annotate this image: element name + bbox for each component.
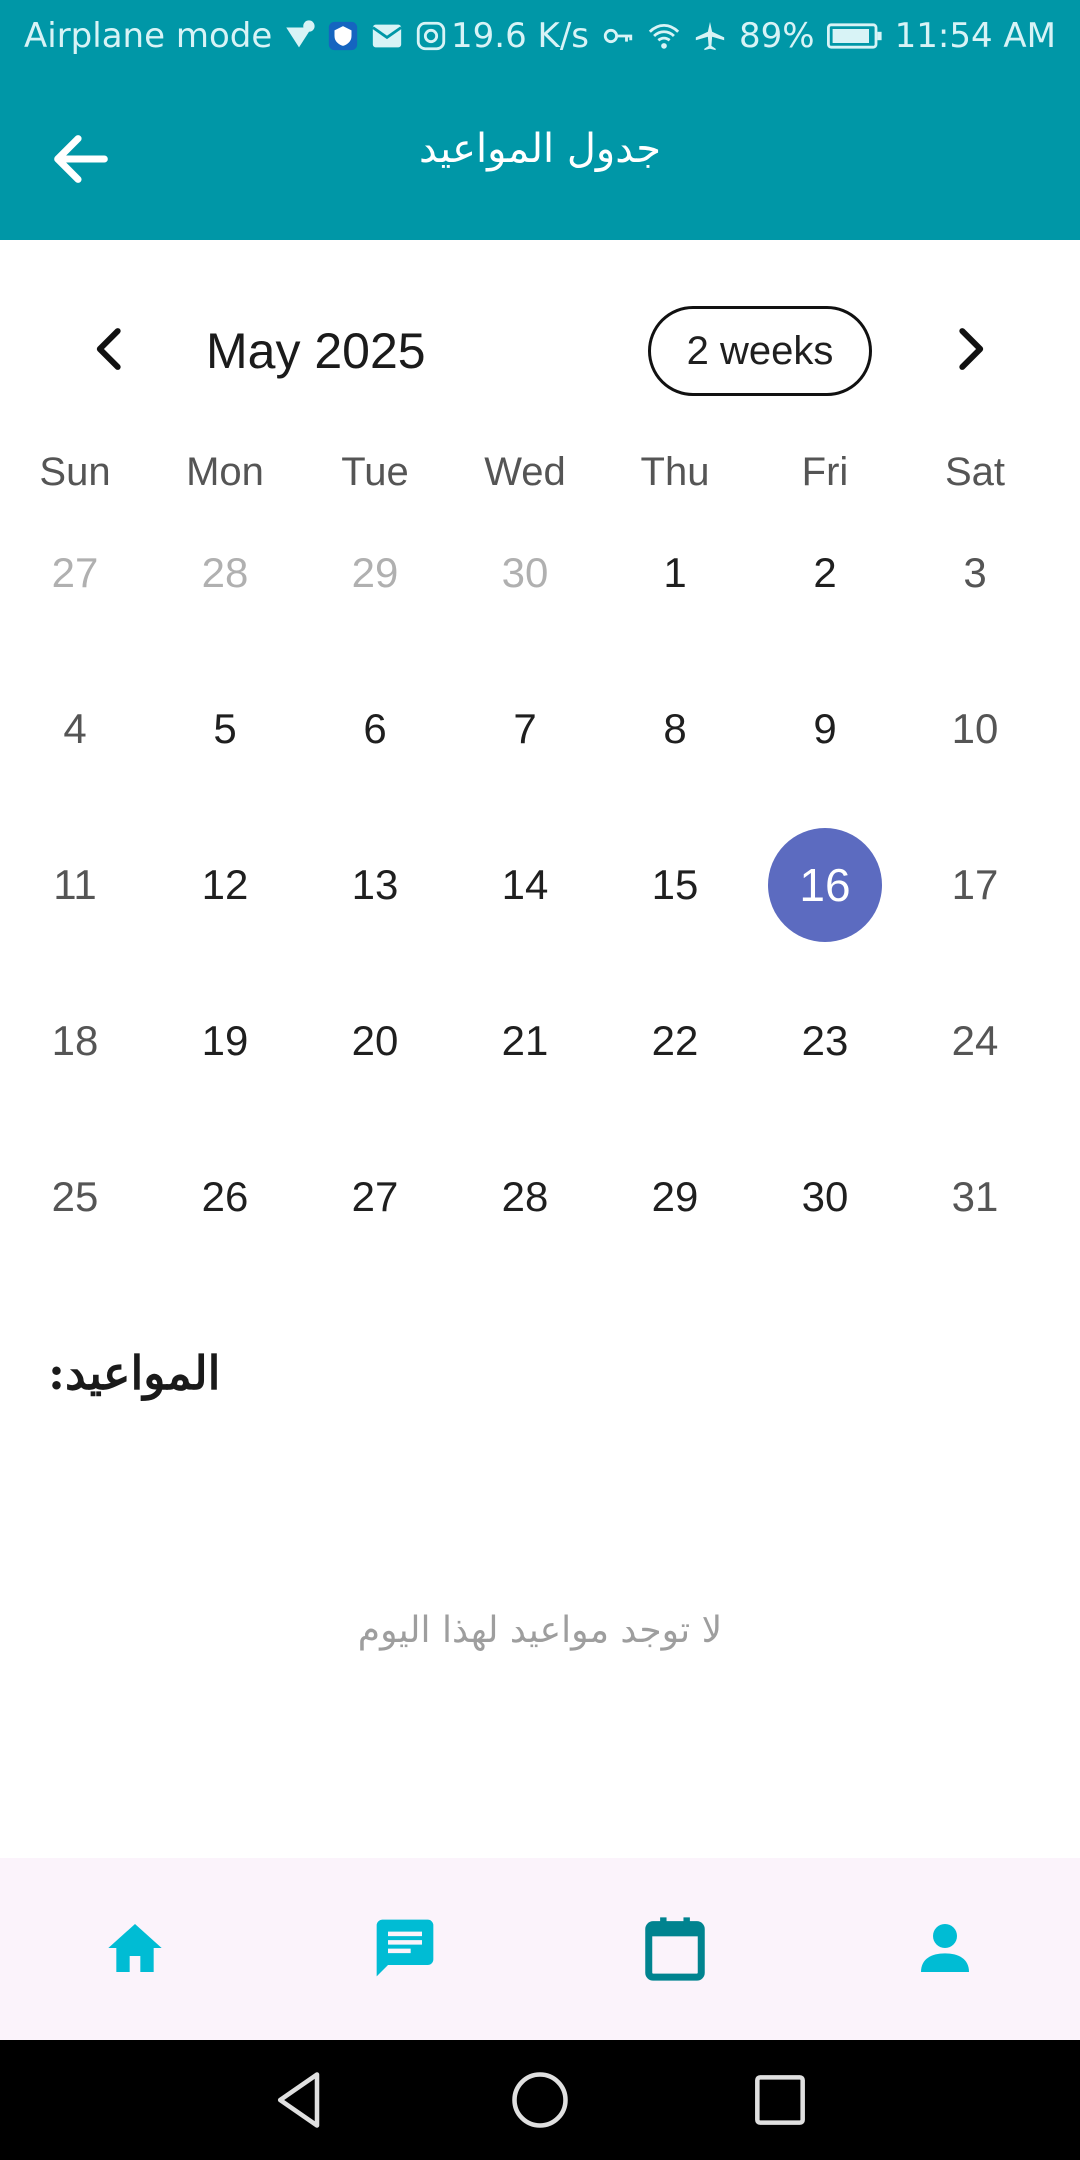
day-cell[interactable]: 30 — [750, 1119, 900, 1275]
day-cell[interactable]: 31 — [900, 1119, 1050, 1275]
day-cell[interactable]: 29 — [600, 1119, 750, 1275]
day-cell[interactable]: 25 — [0, 1119, 150, 1275]
appointments-heading: المواعيد: — [48, 1346, 221, 1400]
system-home-icon[interactable] — [506, 2066, 574, 2134]
day-cell[interactable]: 24 — [900, 963, 1050, 1119]
wifi-icon — [648, 23, 680, 49]
day-cell[interactable]: 28 — [450, 1119, 600, 1275]
day-cell[interactable]: 6 — [300, 651, 450, 807]
system-recents-icon[interactable] — [746, 2066, 814, 2134]
airplane-icon — [695, 21, 725, 51]
status-bar: Airplane mode 19.6 K/s 89% 11:54 AM — [0, 0, 1080, 72]
nav-home-button[interactable] — [60, 1898, 210, 1998]
day-cell[interactable]: 9 — [750, 651, 900, 807]
home-icon — [108, 1924, 162, 1972]
selected-day-cell[interactable]: 16 — [750, 807, 900, 963]
day-cell[interactable]: 8 — [600, 651, 750, 807]
day-cell[interactable]: 21 — [450, 963, 600, 1119]
day-cell[interactable]: 5 — [150, 651, 300, 807]
day-cell[interactable]: 7 — [450, 651, 600, 807]
nav-calendar-button[interactable] — [600, 1898, 750, 1998]
calendar-week-row: 25 26 27 28 29 30 31 — [0, 1119, 1080, 1275]
day-cell[interactable]: 1 — [600, 495, 750, 651]
page-title: جدول المواعيد — [419, 126, 661, 172]
day-cell[interactable]: 30 — [450, 495, 600, 651]
mail-icon — [372, 24, 403, 48]
day-cell[interactable]: 17 — [900, 807, 1050, 963]
signal-check-icon — [286, 20, 315, 48]
day-cell[interactable]: 11 — [0, 807, 150, 963]
day-cell[interactable]: 27 — [0, 495, 150, 651]
calendar-week-row: 18 19 20 21 22 23 24 — [0, 963, 1080, 1119]
day-cell[interactable]: 18 — [0, 963, 150, 1119]
clock: 11:54 AM — [894, 16, 1056, 56]
day-cell[interactable]: 29 — [300, 495, 450, 651]
nav-chat-button[interactable] — [330, 1898, 480, 1998]
status-right: 19.6 K/s 89% 11:54 AM — [451, 16, 1056, 56]
shield-icon — [329, 21, 358, 51]
calendar-header: May 2025 2 weeks — [0, 300, 1080, 400]
calendar-week-row: 4 5 6 7 8 9 10 — [0, 651, 1080, 807]
day-cell[interactable]: 19 — [150, 963, 300, 1119]
day-cell[interactable]: 20 — [300, 963, 450, 1119]
chat-icon — [376, 1919, 434, 1977]
day-cell[interactable]: 2 — [750, 495, 900, 651]
day-cell[interactable]: 28 — [150, 495, 300, 651]
person-icon — [921, 1924, 969, 1972]
nav-profile-button[interactable] — [870, 1898, 1020, 1998]
day-cell[interactable]: 23 — [750, 963, 900, 1119]
status-left: Airplane mode — [24, 16, 448, 56]
battery-icon — [826, 23, 882, 49]
calendar-icon — [645, 1917, 705, 1981]
instagram-icon — [417, 21, 446, 51]
chevron-right-icon[interactable] — [942, 322, 996, 376]
airplane-mode-label: Airplane mode — [24, 16, 273, 56]
bottom-navigation — [0, 1858, 1080, 2040]
chevron-left-icon[interactable] — [84, 322, 138, 376]
day-cell[interactable]: 15 — [600, 807, 750, 963]
empty-appointments-message: لا توجد مواعيد لهذا اليوم — [357, 1610, 723, 1651]
top-bar: Airplane mode 19.6 K/s 89% 11:54 AM جدول… — [0, 0, 1080, 240]
day-cell[interactable]: 14 — [450, 807, 600, 963]
month-title: May 2025 — [206, 323, 426, 379]
battery-percent: 89% — [739, 16, 815, 56]
day-cell[interactable]: 3 — [900, 495, 1050, 651]
app-bar: جدول المواعيد — [0, 72, 1080, 240]
system-navigation-bar — [0, 2040, 1080, 2160]
network-speed: 19.6 K/s — [451, 16, 590, 56]
day-cell[interactable]: 27 — [300, 1119, 450, 1275]
calendar-week-row: 11 12 13 14 15 16 17 — [0, 807, 1080, 963]
format-toggle-button[interactable]: 2 weeks — [648, 306, 872, 396]
day-cell[interactable]: 12 — [150, 807, 300, 963]
vpn-key-icon — [603, 28, 633, 44]
calendar-week-row: 27 28 29 30 1 2 3 — [0, 495, 1080, 651]
day-cell[interactable]: 22 — [600, 963, 750, 1119]
system-back-icon[interactable] — [266, 2066, 334, 2134]
day-cell[interactable]: 13 — [300, 807, 450, 963]
day-cell[interactable]: 26 — [150, 1119, 300, 1275]
day-cell[interactable]: 4 — [0, 651, 150, 807]
day-cell[interactable]: 10 — [900, 651, 1050, 807]
